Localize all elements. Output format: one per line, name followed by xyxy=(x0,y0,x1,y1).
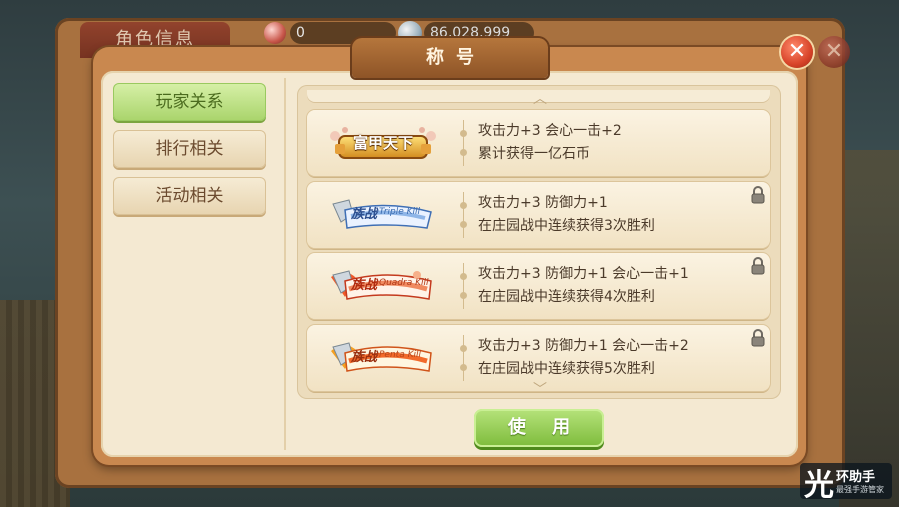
watermark-subtitle: 最强手游管家 xyxy=(836,485,884,494)
category-events[interactable]: 活动相关 xyxy=(113,177,266,215)
title-attributes: 攻击力+3 防御力+1 xyxy=(478,195,608,211)
lock-icon xyxy=(751,186,765,204)
category-ranking[interactable]: 排行相关 xyxy=(113,130,266,168)
title-row-wealth[interactable]: 富甲天下 攻击力+3 会心一击+2 累计获得一亿石币 xyxy=(307,110,770,176)
lock-icon xyxy=(751,329,765,347)
title-condition: 在庄园战中连续获得5次胜利 xyxy=(478,361,655,377)
title-badge-triple-kill-sub: Triple Kill xyxy=(379,207,421,217)
title-attributes: 攻击力+3 防御力+1 会心一击+2 xyxy=(478,338,689,354)
title-row-quadra-kill[interactable]: 族战 Quadra Kill 攻击力+3 防御力+1 会心一击+1 在庄园战中连… xyxy=(307,253,770,319)
title-badge-quadra-kill-text: 族战 xyxy=(351,278,378,293)
title-badge-penta-kill-text: 族战 xyxy=(351,350,378,365)
use-button[interactable]: 使 用 xyxy=(474,409,604,447)
category-list: 玩家关系 排行相关 活动相关 xyxy=(104,78,286,450)
watermark-title: 环助手 xyxy=(836,470,876,485)
title-condition: 累计获得一亿石币 xyxy=(478,146,590,162)
row-divider xyxy=(460,192,467,238)
title-badge-wealth-text: 富甲天下 xyxy=(352,134,413,152)
title-condition: 在庄园战中连续获得3次胜利 xyxy=(478,218,655,234)
row-divider xyxy=(460,335,467,381)
title-attributes: 攻击力+3 会心一击+2 xyxy=(478,123,622,139)
title-condition: 在庄园战中连续获得4次胜利 xyxy=(478,289,655,305)
row-divider xyxy=(460,120,467,166)
dialog-title: 称号 xyxy=(426,47,486,68)
chevron-up-icon[interactable]: ︿ xyxy=(530,92,550,106)
title-badge-triple-kill-text: 族战 xyxy=(351,207,378,222)
chevron-down-icon[interactable]: ﹀ xyxy=(530,383,550,397)
watermark-logo-icon: 光 xyxy=(804,468,834,503)
category-player-relations[interactable]: 玩家关系 xyxy=(113,83,266,121)
title-badge-quadra-kill-sub: Quadra Kill xyxy=(379,278,429,288)
row-divider xyxy=(460,263,467,309)
title-attributes: 攻击力+3 防御力+1 会心一击+1 xyxy=(478,266,689,282)
lock-icon xyxy=(751,257,765,275)
red-gem-icon xyxy=(264,22,286,44)
title-row-triple-kill[interactable]: 族战 Triple Kill 攻击力+3 防御力+1 在庄园战中连续获得3次胜利 xyxy=(307,182,770,248)
back-close-button[interactable]: ✕ xyxy=(818,36,850,68)
close-button[interactable]: ✕ xyxy=(781,36,813,68)
background-wall-right xyxy=(839,150,899,507)
title-badge-penta-kill-sub: Penta Kill xyxy=(379,350,421,360)
